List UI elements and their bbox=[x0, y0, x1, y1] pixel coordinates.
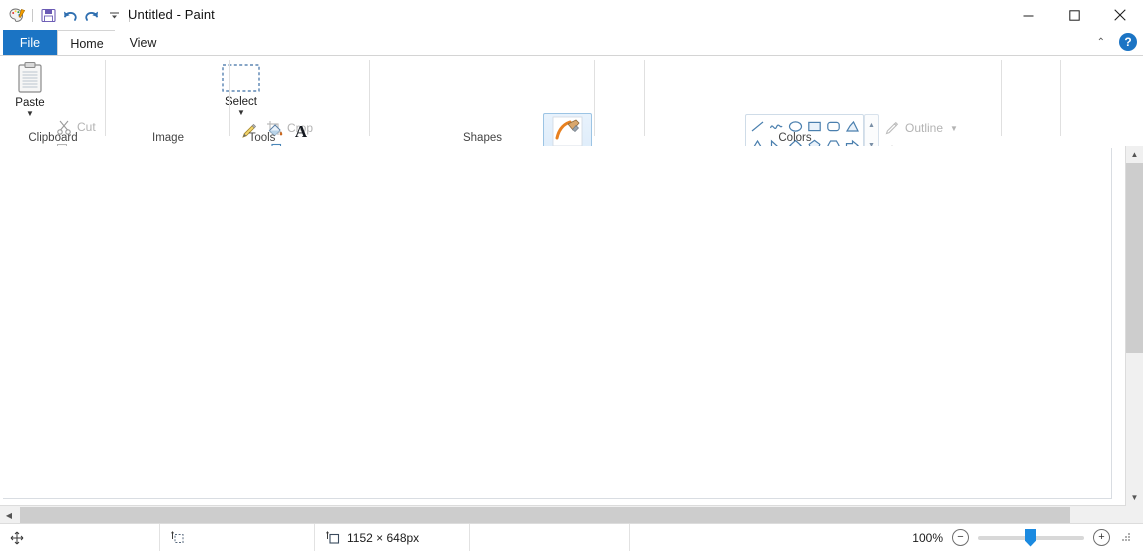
ribbon-tab-strip: File Home View ⌃ ? bbox=[0, 30, 1143, 56]
zoom-in-button[interactable]: + bbox=[1093, 529, 1110, 546]
tab-file[interactable]: File bbox=[3, 30, 57, 55]
help-icon[interactable]: ? bbox=[1119, 33, 1137, 51]
canvas-container bbox=[3, 148, 1113, 500]
outline-dropdown-icon[interactable]: ▼ bbox=[950, 125, 958, 133]
tools-group-label: Tools bbox=[248, 132, 276, 144]
group-colors: Color 1 Color 2 Edit colors Colors bbox=[645, 56, 1002, 146]
colors-group-label: Colors bbox=[778, 132, 812, 144]
image-size-value: 1152 × 648px bbox=[347, 530, 420, 545]
drawing-canvas[interactable] bbox=[3, 148, 1112, 499]
paint-window: Untitled - Paint File Home View ⌃ ? Past… bbox=[0, 0, 1143, 551]
zoom-control: 100% − + bbox=[909, 528, 1143, 547]
redo-icon[interactable] bbox=[81, 5, 103, 25]
image-size-icon bbox=[325, 531, 340, 544]
qat-separator-1 bbox=[32, 8, 33, 22]
group-clipboard: Paste ▼ Cut Copy C bbox=[0, 56, 106, 159]
minimize-button[interactable] bbox=[1005, 0, 1051, 30]
paste-label: Paste bbox=[15, 97, 45, 109]
work-area bbox=[0, 146, 1143, 506]
paint-palette-icon[interactable] bbox=[6, 5, 28, 25]
save-icon[interactable] bbox=[37, 5, 59, 25]
vertical-scrollbar[interactable]: ▲ ▼ bbox=[1125, 146, 1143, 506]
scroll-down-icon[interactable]: ▼ bbox=[1126, 489, 1143, 506]
window-controls bbox=[1005, 0, 1143, 30]
scroll-left-icon[interactable]: ◀ bbox=[0, 506, 18, 524]
ribbon: Paste ▼ Cut Copy C bbox=[0, 55, 1143, 185]
status-selection-size bbox=[160, 524, 315, 551]
group-product-alert: i Product alert bbox=[1061, 56, 1121, 146]
shapes-group-label: Shapes bbox=[462, 132, 502, 144]
paste-dropdown-icon[interactable]: ▼ bbox=[26, 110, 34, 118]
title-bar: Untitled - Paint bbox=[0, 0, 1143, 30]
status-cursor-position bbox=[0, 524, 160, 551]
status-image-size: 1152 × 648px bbox=[315, 524, 470, 551]
ribbon-help-area: ⌃ ? bbox=[1093, 33, 1137, 51]
resize-grip[interactable] bbox=[1121, 532, 1131, 543]
status-bar: 1152 × 648px 100% − + bbox=[0, 523, 1143, 551]
scrollbar-corner bbox=[1126, 506, 1143, 524]
horizontal-scrollbar[interactable]: ◀ bbox=[0, 505, 1126, 524]
selection-size-icon bbox=[170, 531, 184, 543]
zoom-out-button[interactable]: − bbox=[952, 529, 969, 546]
maximize-button[interactable] bbox=[1051, 0, 1097, 30]
group-size: Size ▼ bbox=[595, 56, 645, 146]
close-button[interactable] bbox=[1097, 0, 1143, 30]
window-title: Untitled - Paint bbox=[128, 7, 215, 22]
scroll-up-icon[interactable]: ▲ bbox=[1126, 146, 1143, 163]
group-paint3d: Edit with Paint 3D bbox=[1001, 56, 1061, 146]
cursor-position-icon bbox=[10, 531, 24, 544]
group-tools: A Tools bbox=[230, 56, 592, 185]
zoom-slider-thumb[interactable] bbox=[1025, 528, 1036, 547]
quick-access-toolbar bbox=[6, 5, 134, 25]
tab-home[interactable]: Home bbox=[57, 30, 117, 56]
zoom-percent: 100% bbox=[912, 530, 943, 545]
status-file-size bbox=[470, 524, 630, 551]
group-shapes: ▲ ▼ ━▼ Outline ▼ Fill ▼ bbox=[370, 56, 958, 178]
zoom-slider-track[interactable] bbox=[978, 528, 1084, 547]
paste-button[interactable]: Paste ▼ bbox=[8, 61, 52, 118]
undo-icon[interactable] bbox=[59, 5, 81, 25]
clipboard-group-label: Clipboard bbox=[28, 132, 78, 144]
tab-view[interactable]: View bbox=[115, 30, 171, 55]
vertical-scroll-thumb[interactable] bbox=[1126, 163, 1143, 353]
horizontal-scroll-thumb[interactable] bbox=[20, 507, 1070, 523]
customize-qat-icon[interactable] bbox=[103, 5, 125, 25]
collapse-ribbon-icon[interactable]: ⌃ bbox=[1093, 35, 1109, 50]
